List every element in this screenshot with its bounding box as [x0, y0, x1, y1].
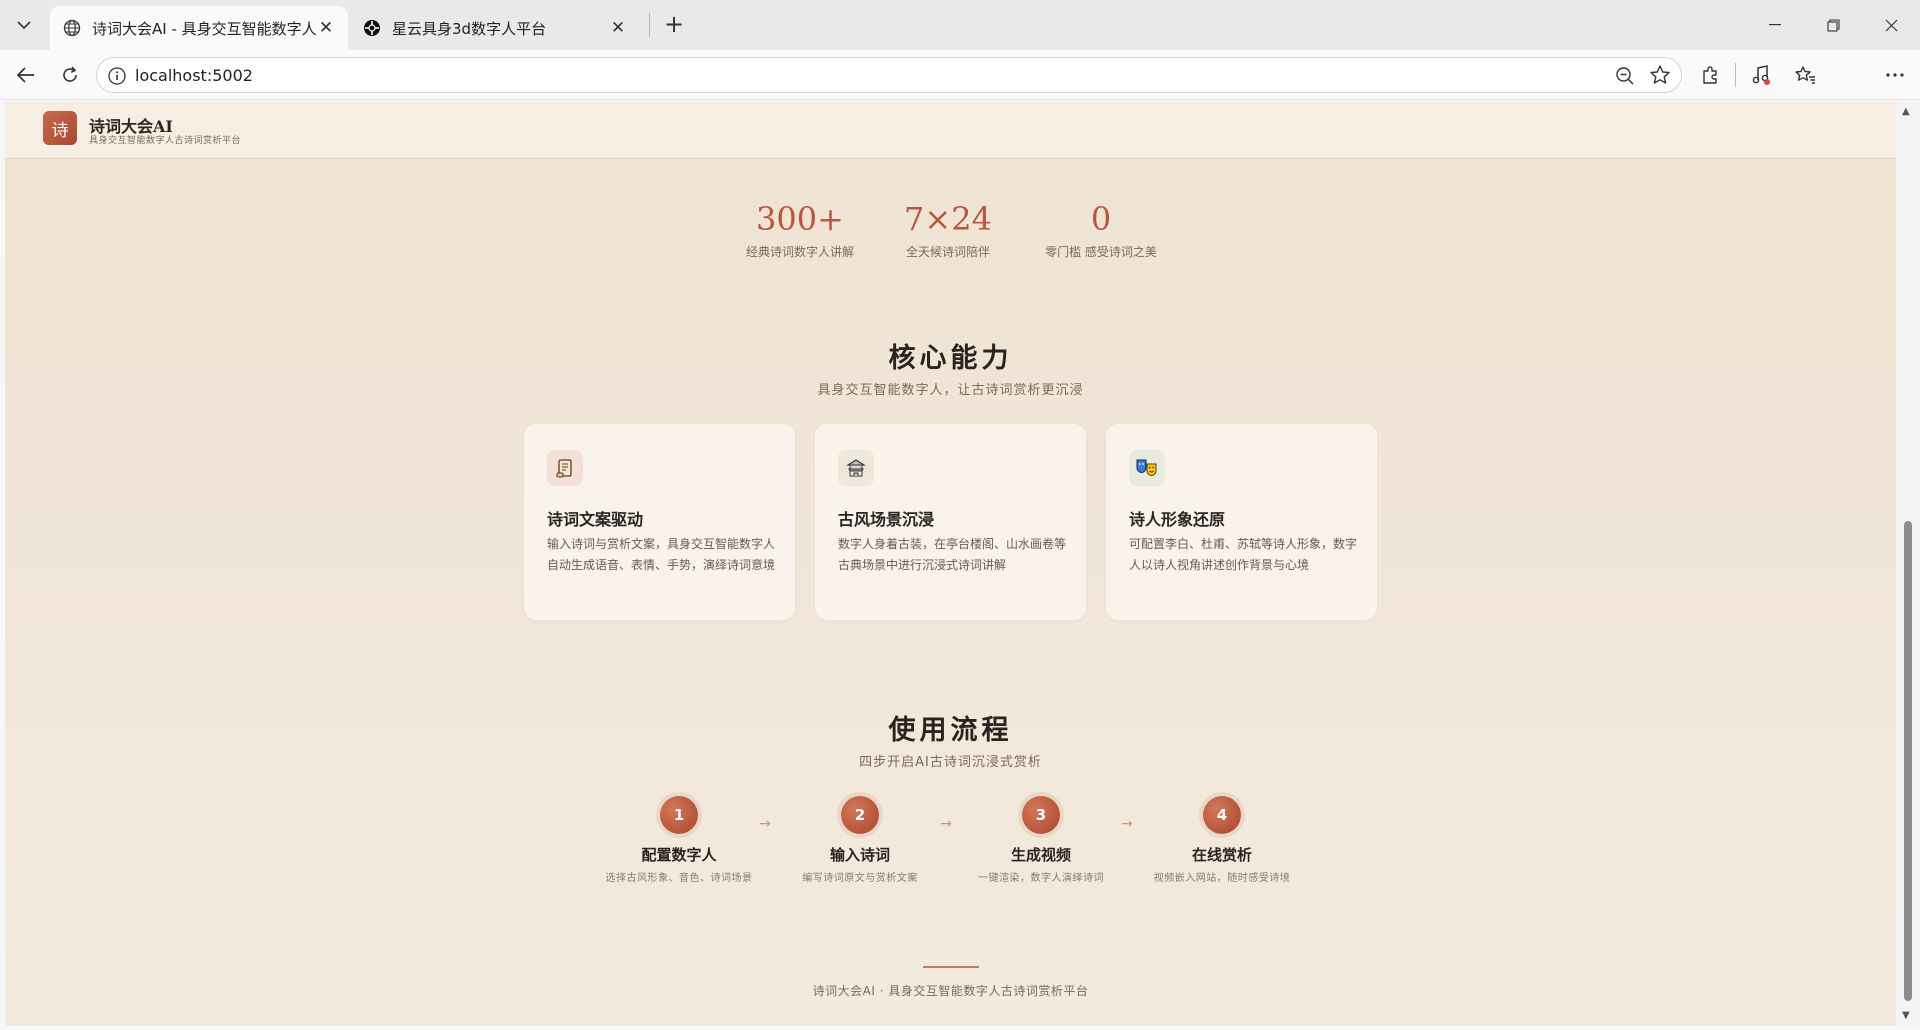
- tab-shici-ai[interactable]: 诗词大会AI - 具身交互智能数字人古 ✕: [50, 6, 348, 50]
- tab-label: 星云具身3d数字人平台: [392, 19, 547, 38]
- card-description: 数字人身着古装，在亭台楼阁、山水画卷等古典场景中进行沉浸式诗词讲解: [838, 537, 1067, 572]
- scrollbar-thumb[interactable]: [1904, 521, 1912, 1001]
- site-logo[interactable]: 诗: [43, 111, 77, 145]
- workflow-title: 使用流程: [888, 715, 1013, 746]
- card-title: 古风场景沉浸: [838, 510, 935, 529]
- step-number: 2: [841, 796, 879, 834]
- url-field[interactable]: localhost:5002: [96, 57, 1682, 93]
- reload-icon[interactable]: [56, 62, 84, 88]
- site-header: 诗 诗词大会AI 具身交互智能数字人古诗词赏析平台: [5, 101, 1896, 159]
- scroll-down-arrow-icon[interactable]: ▼: [1902, 1010, 1910, 1021]
- card-description: 输入诗词与赏析文案，具身交互智能数字人自动生成语音、表情、手势，演绎诗词意境: [547, 537, 776, 572]
- capability-card[interactable]: 古风场景沉浸 数字人身着古装，在亭台楼阁、山水画卷等古典场景中进行沉浸式诗词讲解: [815, 424, 1086, 620]
- workflow-step: 2 输入诗词 编写诗词原文与赏析文案: [765, 796, 955, 884]
- step-description: 视频嵌入网站，随时感受诗境: [1153, 873, 1291, 884]
- card-title: 诗人形象还原: [1129, 510, 1226, 529]
- footer-text: 诗词大会AI · 具身交互智能数字人古诗词赏析平台: [812, 984, 1089, 998]
- stat-item: 0 零门槛 感受诗词之美: [1041, 199, 1161, 260]
- stat-value: 300+: [756, 200, 844, 238]
- stat-label: 零门槛 感受诗词之美: [1045, 245, 1157, 259]
- tab-divider: [649, 13, 650, 37]
- step-number: 1: [660, 796, 698, 834]
- globe-icon: [62, 18, 82, 38]
- step-number: 3: [1022, 796, 1060, 834]
- stat-label: 经典诗词数字人讲解: [745, 245, 854, 259]
- stats-row: 300+ 经典诗词数字人讲解 7×24 全天候诗词陪伴 0 零门槛 感受诗词之美: [5, 199, 1896, 269]
- close-window-icon[interactable]: [1871, 10, 1911, 40]
- url-text: localhost:5002: [135, 66, 253, 85]
- capabilities-subtitle: 具身交互智能数字人，让古诗词赏析更沉浸: [817, 383, 1084, 398]
- stat-value: 7×24: [904, 200, 992, 238]
- capability-card[interactable]: 诗人形象还原 可配置李白、杜甫、苏轼等诗人形象，数字人以诗人视角讲述创作背景与心…: [1106, 424, 1377, 620]
- step-description: 选择古风形象、音色、诗词场景: [605, 873, 753, 884]
- tab-xingyun[interactable]: 星云具身3d数字人平台 ✕: [350, 6, 640, 50]
- minimize-icon[interactable]: [1755, 10, 1795, 40]
- favorites-list-icon[interactable]: [1792, 62, 1818, 88]
- scroll-up-arrow-icon[interactable]: ▲: [1902, 106, 1910, 117]
- stat-label: 全天候诗词陪伴: [905, 245, 990, 259]
- step-description: 一键渲染，数字人演绎诗词: [978, 873, 1104, 884]
- stat-value: 0: [1090, 200, 1112, 238]
- more-menu-icon[interactable]: [1882, 62, 1908, 88]
- tab-search-chevron-icon[interactable]: [10, 12, 38, 38]
- capability-card[interactable]: 诗词文案驱动 输入诗词与赏析文案，具身交互智能数字人自动生成语音、表情、手势，演…: [524, 424, 795, 620]
- card-title: 诗词文案驱动: [547, 510, 644, 529]
- step-number: 4: [1203, 796, 1241, 834]
- workflow-subtitle: 四步开启AI古诗词沉浸式赏析: [859, 755, 1042, 770]
- new-tab-plus-icon[interactable]: +: [660, 11, 688, 39]
- media-control-icon[interactable]: [1748, 62, 1774, 88]
- cube-icon: [362, 18, 382, 38]
- page-viewport: 诗 诗词大会AI 具身交互智能数字人古诗词赏析平台 300+ 经典诗词数字人讲解…: [5, 101, 1896, 1026]
- capabilities-title: 核心能力: [888, 343, 1013, 374]
- stat-item: 7×24 全天候诗词陪伴: [898, 199, 998, 260]
- window-bottom-edge: [0, 1026, 1920, 1030]
- workflow-step: 3 生成视频 一键渲染，数字人演绎诗词: [946, 796, 1136, 884]
- close-tab-icon[interactable]: ✕: [608, 18, 628, 38]
- footer-divider: [923, 966, 979, 968]
- restore-icon[interactable]: [1813, 10, 1853, 40]
- site-info-icon[interactable]: [107, 66, 127, 86]
- workflow-step: 4 在线赏析 视频嵌入网站，随时感受诗境: [1127, 796, 1317, 884]
- step-description: 编写诗词原文与赏析文案: [802, 873, 918, 884]
- step-title: 在线赏析: [1191, 846, 1252, 864]
- extensions-puzzle-icon[interactable]: [1697, 62, 1723, 88]
- address-bar: localhost:5002: [0, 50, 1920, 140]
- toolbar-divider: [1735, 63, 1736, 87]
- zoom-out-icon[interactable]: [1615, 66, 1635, 86]
- stat-item: 300+ 经典诗词数字人讲解: [741, 199, 859, 260]
- close-tab-icon[interactable]: ✕: [316, 18, 336, 38]
- step-title: 输入诗词: [829, 846, 890, 864]
- pagoda-icon: [838, 450, 874, 486]
- workflow-step: 1 配置数字人 选择古风形象、音色、诗词场景: [584, 796, 774, 884]
- tab-label: 诗词大会AI - 具身交互智能数字人古: [92, 19, 316, 38]
- page-scrollbar[interactable]: ▲ ▼: [1896, 101, 1920, 1026]
- tab-bar: 诗词大会AI - 具身交互智能数字人古 ✕ 星云具身3d数字人平台 ✕ +: [0, 0, 1920, 50]
- step-title: 配置数字人: [641, 846, 717, 864]
- scroll-icon: [547, 450, 583, 486]
- site-subtitle: 具身交互智能数字人古诗词赏析平台: [89, 136, 242, 146]
- theater-masks-icon: [1129, 450, 1165, 486]
- back-arrow-icon[interactable]: [12, 62, 40, 88]
- card-description: 可配置李白、杜甫、苏轼等诗人形象，数字人以诗人视角讲述创作背景与心境: [1129, 537, 1358, 572]
- favorite-star-icon[interactable]: [1649, 64, 1671, 86]
- step-title: 生成视频: [1010, 846, 1071, 864]
